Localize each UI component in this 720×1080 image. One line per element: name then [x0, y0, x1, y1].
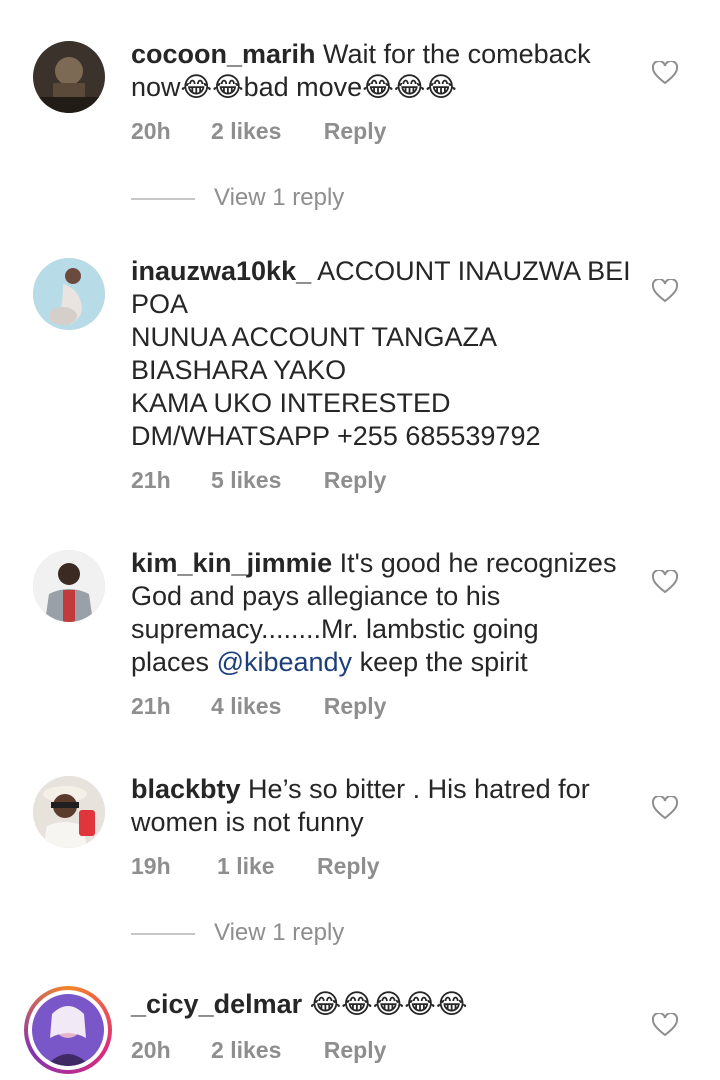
- comment-time: 19h: [131, 853, 171, 879]
- comment-body: 😂😂😂😂😂: [302, 989, 468, 1019]
- comment-likes[interactable]: 1 like: [217, 853, 275, 880]
- comment-meta: 21h 5 likes Reply: [131, 467, 386, 494]
- comment-time: 21h: [131, 693, 171, 719]
- comment-time: 20h: [131, 118, 171, 144]
- comment-likes[interactable]: 4 likes: [211, 693, 281, 720]
- comment-text: kim_kin_jimmie It's good he recognizes G…: [131, 547, 631, 679]
- avatar[interactable]: [33, 258, 105, 330]
- comment-text: _cicy_delmar 😂😂😂😂😂: [131, 988, 631, 1021]
- avatar[interactable]: [33, 550, 105, 622]
- view-replies-label[interactable]: View 1 reply: [214, 919, 344, 947]
- heart-outline-icon[interactable]: [652, 570, 678, 594]
- avatar[interactable]: [33, 776, 105, 848]
- heart-outline-icon[interactable]: [652, 1013, 678, 1037]
- divider: [131, 198, 195, 200]
- view-replies-label[interactable]: View 1 reply: [214, 184, 344, 212]
- comment-body-tail: keep the spirit: [352, 647, 528, 677]
- divider: [131, 933, 195, 935]
- comment-username[interactable]: cocoon_marih: [131, 39, 316, 69]
- heart-outline-icon[interactable]: [652, 61, 678, 85]
- comment-time: 21h: [131, 467, 171, 493]
- comment-likes[interactable]: 5 likes: [211, 467, 281, 494]
- comment-meta: 20h 2 likes Reply: [131, 1037, 386, 1064]
- comment-text: blackbty He’s so bitter . His hatred for…: [131, 773, 631, 839]
- comment-likes[interactable]: 2 likes: [211, 118, 281, 145]
- reply-button[interactable]: Reply: [324, 118, 387, 145]
- comment-username[interactable]: kim_kin_jimmie: [131, 548, 332, 578]
- comment-meta: 20h 2 likes Reply: [131, 118, 386, 145]
- reply-button[interactable]: Reply: [324, 467, 387, 494]
- avatar-story-ring[interactable]: [24, 986, 112, 1074]
- reply-button[interactable]: Reply: [317, 853, 380, 880]
- comment-username[interactable]: blackbty: [131, 774, 241, 804]
- comment-text: inauzwa10kk_ ACCOUNT INAUZWA BEI POA NUN…: [131, 255, 631, 453]
- reply-button[interactable]: Reply: [324, 693, 387, 720]
- reply-button[interactable]: Reply: [324, 1037, 387, 1064]
- comment-meta: 19h 1 like Reply: [131, 853, 380, 880]
- comment-meta: 21h 4 likes Reply: [131, 693, 386, 720]
- avatar[interactable]: [33, 41, 105, 113]
- comment-username[interactable]: inauzwa10kk_: [131, 256, 311, 286]
- mention-link[interactable]: @kibeandy: [217, 647, 353, 677]
- comment-time: 20h: [131, 1037, 171, 1063]
- heart-outline-icon[interactable]: [652, 796, 678, 820]
- heart-outline-icon[interactable]: [652, 279, 678, 303]
- avatar: [32, 994, 104, 1066]
- comment-username[interactable]: _cicy_delmar: [131, 989, 302, 1019]
- comment-likes[interactable]: 2 likes: [211, 1037, 281, 1064]
- comment-text: cocoon_marih Wait for the comeback now😂😂…: [131, 38, 631, 104]
